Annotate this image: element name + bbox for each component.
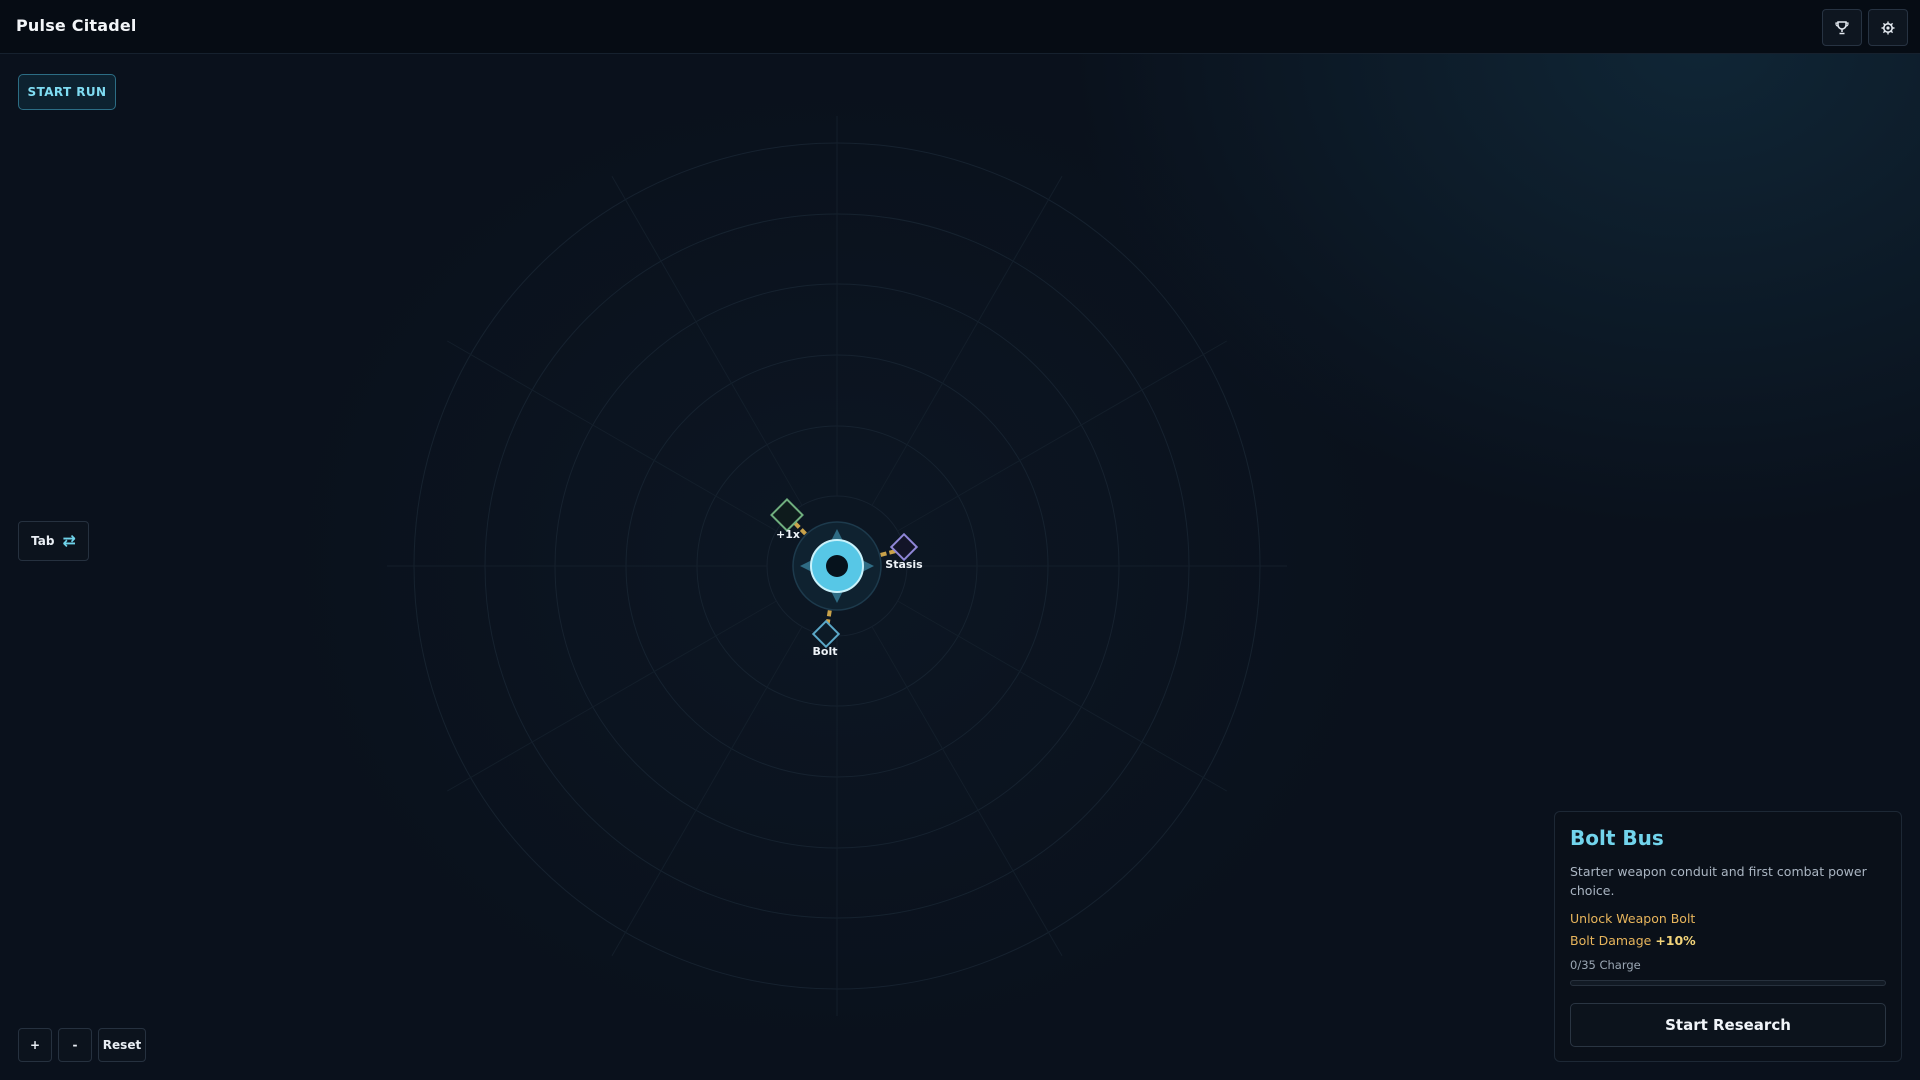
core-orb-center [826,555,848,577]
grid-spoke [611,176,803,506]
node-plus1x[interactable]: +1x [770,498,804,541]
node-stasis-label: Stasis [885,558,923,571]
research-info-panel: Bolt Bus Starter weapon conduit and firs… [1554,811,1902,1062]
grid-spoke [871,626,1063,956]
grid-spoke [447,340,777,532]
core-node[interactable] [792,521,882,611]
charge-progress-bar [1570,980,1886,986]
reset-view-button[interactable]: Reset [98,1028,146,1062]
research-stat-value: +10% [1655,933,1696,948]
research-stat-name: Bolt Damage [1570,933,1652,948]
grid-spoke [447,600,777,792]
grid-spoke [897,600,1227,792]
node-bolt[interactable]: Bolt [811,619,841,658]
research-unlock: Unlock Weapon Bolt [1570,911,1696,926]
grid-spoke [611,626,803,956]
node-bolt-diamond-icon [811,619,841,649]
node-bolt-label: Bolt [813,645,838,658]
start-research-button[interactable]: Start Research [1570,1003,1886,1047]
research-title: Bolt Bus [1570,826,1664,850]
research-description: Starter weapon conduit and first combat … [1570,864,1867,898]
charge-text: 0/35 Charge [1570,958,1641,972]
node-stasis-diamond-icon [889,532,919,562]
zoom-out-button[interactable]: - [58,1028,92,1062]
grid-spoke [871,176,1063,506]
node-plus1x-label: +1x [776,528,800,541]
grid-spoke [897,340,1227,532]
research-stat: Bolt Damage +10% [1570,930,1886,952]
zoom-in-button[interactable]: + [18,1028,52,1062]
